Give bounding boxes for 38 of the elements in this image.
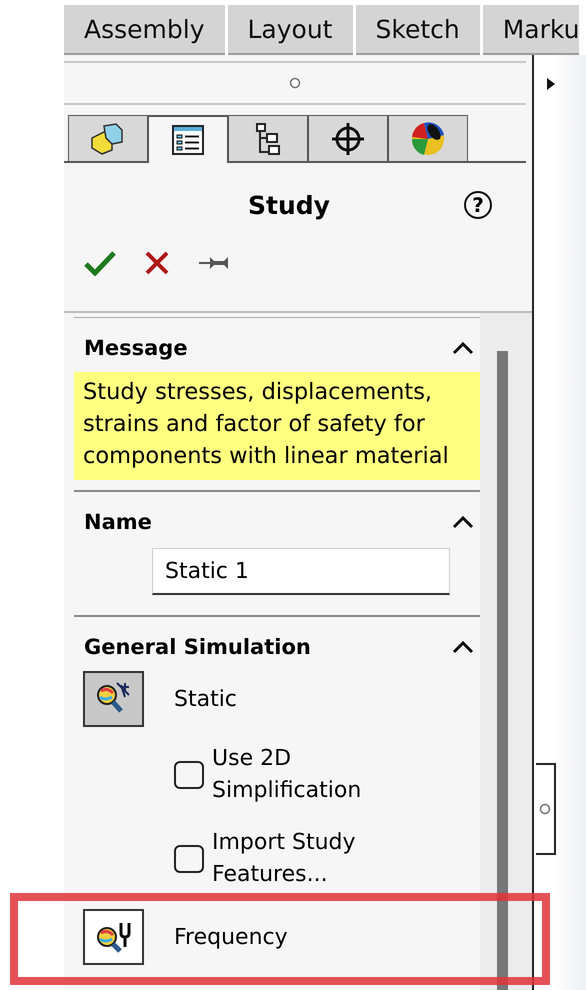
section-title: Message — [84, 336, 188, 360]
property-list-icon — [171, 124, 205, 156]
crosshair-icon — [330, 120, 366, 156]
panel-title: Study — [247, 190, 331, 220]
study-type-button[interactable] — [83, 909, 144, 965]
grip-handle-icon[interactable] — [539, 803, 551, 815]
grip-handle-icon[interactable] — [289, 77, 301, 89]
close-icon[interactable] — [144, 250, 170, 276]
panel-tab[interactable] — [68, 115, 148, 161]
checkmark-icon[interactable] — [84, 250, 116, 276]
appearance-ball-icon — [410, 120, 446, 156]
checkbox-label: Use 2D Simplification — [212, 745, 362, 805]
study-type-label: Static — [174, 686, 237, 712]
tree-icon — [253, 122, 283, 156]
panel-tab[interactable] — [228, 115, 308, 161]
section-title: Name — [84, 510, 152, 534]
scrollbar-thumb[interactable] — [497, 351, 508, 990]
collapse-caret-icon[interactable] — [452, 515, 474, 529]
ribbon-tab[interactable]: Layout — [228, 5, 352, 55]
panel-tab[interactable] — [148, 115, 228, 163]
message-text: Study stresses, displacements, strains and factor of safety for components with linear material — [74, 372, 480, 480]
name-field[interactable]: Static 1 — [152, 548, 450, 595]
ribbon-tab[interactable]: Assembly — [64, 5, 224, 55]
help-button[interactable]: ? — [464, 191, 492, 219]
study-type-label: Frequency — [174, 924, 288, 950]
checkbox-label: Import Study Features... — [212, 829, 357, 889]
checkbox[interactable] — [174, 761, 204, 789]
ribbon-tab[interactable]: Sketch — [356, 5, 480, 55]
study-type-button[interactable] — [83, 671, 144, 727]
panel-tab[interactable] — [388, 115, 468, 161]
part-icon — [90, 122, 126, 156]
collapse-caret-icon[interactable] — [452, 640, 474, 654]
panel-tab[interactable] — [308, 115, 388, 161]
checkbox[interactable] — [174, 845, 204, 873]
expand-arrow-icon[interactable] — [546, 77, 556, 91]
scrollbar[interactable] — [480, 313, 532, 990]
section-title: General Simulation — [84, 635, 311, 659]
collapse-caret-icon[interactable] — [452, 341, 474, 355]
